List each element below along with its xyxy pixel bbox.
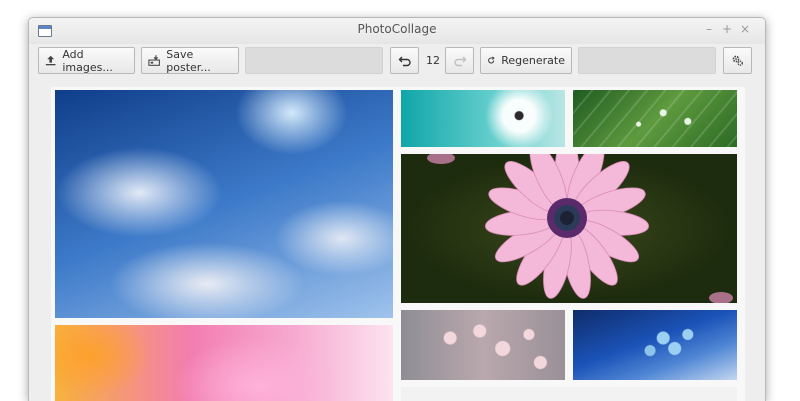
window-title: PhotoCollage — [357, 22, 437, 36]
save-poster-button[interactable]: Save poster... — [141, 47, 239, 74]
daisy-image — [427, 154, 733, 303]
add-images-button[interactable]: Add images... — [38, 47, 135, 74]
add-images-label: Add images... — [62, 47, 113, 74]
undo-icon — [398, 56, 411, 66]
undo-button[interactable] — [390, 47, 419, 74]
collage-tile-forget-me-not[interactable] — [573, 310, 737, 380]
history-counter: 12 — [426, 54, 440, 67]
toolbar: Add images... Save poster... 12 Regenera… — [29, 44, 765, 82]
app-window: PhotoCollage – + × Add images... Save po… — [28, 17, 766, 401]
upload-icon — [45, 55, 56, 66]
regenerate-label: Regenerate — [501, 54, 565, 67]
maximize-button[interactable]: + — [721, 22, 733, 36]
redo-button[interactable] — [445, 47, 474, 74]
regenerate-button[interactable]: Regenerate — [480, 47, 572, 74]
gears-icon — [732, 55, 743, 66]
toolbar-spacer-right — [578, 47, 716, 74]
collage-tile-pink-blur[interactable] — [55, 325, 393, 401]
settings-button[interactable] — [723, 47, 752, 74]
save-poster-label: Save poster... — [166, 47, 211, 74]
collage-tile-dandelion[interactable] — [401, 90, 565, 147]
close-button[interactable]: × — [739, 22, 751, 36]
save-poster-icon — [148, 55, 160, 66]
collage-tile-leaf[interactable] — [573, 90, 737, 147]
collage-tile-partial[interactable] — [401, 387, 737, 401]
collage-tile-blossom[interactable] — [401, 310, 565, 380]
collage-tile-sky[interactable] — [55, 90, 393, 318]
redo-icon — [453, 56, 466, 66]
toolbar-spacer-left — [245, 47, 383, 74]
collage-canvas[interactable] — [51, 87, 745, 401]
title-bar[interactable]: PhotoCollage – + × — [29, 18, 765, 44]
collage-tile-daisy[interactable] — [401, 154, 737, 303]
refresh-icon — [488, 56, 495, 64]
minimize-button[interactable]: – — [703, 22, 715, 36]
